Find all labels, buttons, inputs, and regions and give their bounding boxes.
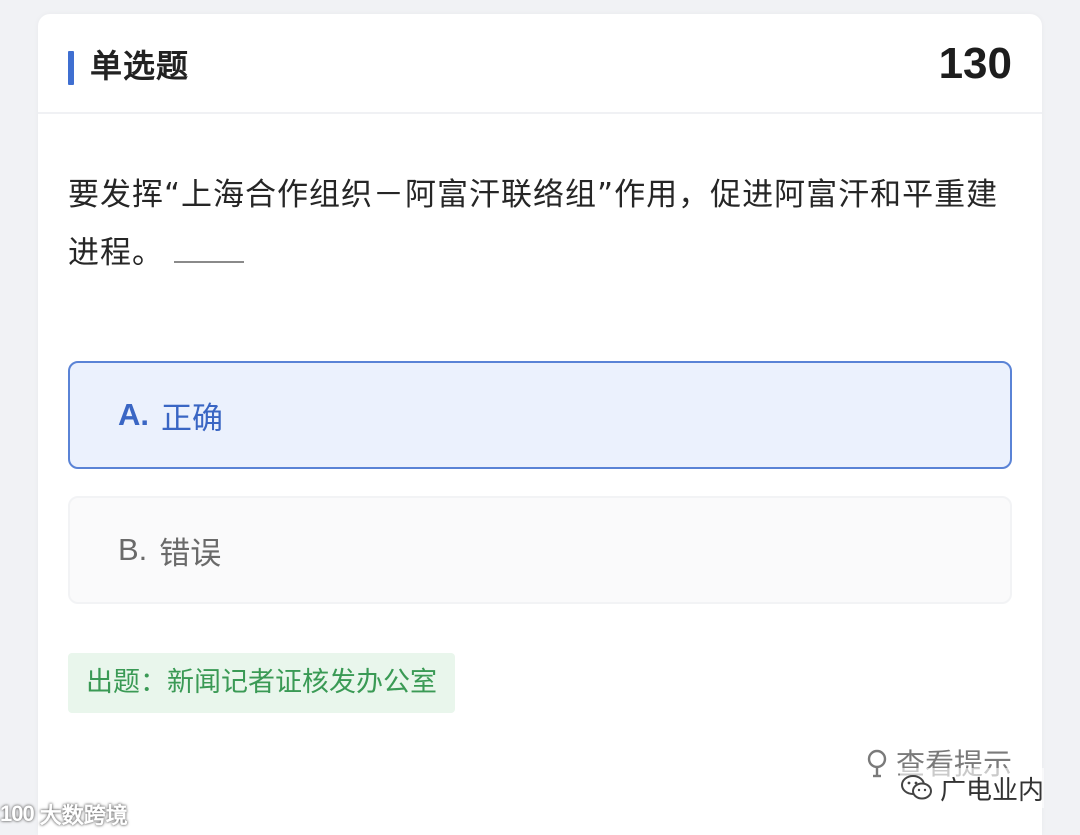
question-type-label: 单选题 <box>90 47 190 85</box>
source-badge: 出题：新闻记者证核发办公室 <box>68 653 455 713</box>
option-label: 正确 <box>161 400 223 437</box>
option-letter: B. <box>118 532 148 567</box>
watermark-right: 广电业内 <box>899 768 1044 808</box>
question-number: 130 <box>938 39 1012 88</box>
question-text-block: 要发挥“上海合作组织－阿富汗联络组”作用，促进阿富汗和平重建进程。 <box>68 166 1023 282</box>
option-label: 错误 <box>159 535 222 572</box>
question-card: 单选题 130 要发挥“上海合作组织－阿富汗联络组”作用，促进阿富汗和平重建进程… <box>38 14 1042 835</box>
option-letter: A. <box>118 397 149 432</box>
watermark-left-text: 大数跨境 <box>39 804 128 829</box>
card-header: 单选题 130 <box>38 14 1042 114</box>
option-a-button[interactable]: A. 正确 <box>68 361 1012 469</box>
wechat-icon <box>900 775 932 800</box>
watermark-right-text: 广电业内 <box>939 775 1044 806</box>
option-b-button[interactable]: B. 错误 <box>68 496 1012 604</box>
answer-blank <box>174 231 244 263</box>
watermark-logo: 100 <box>0 801 35 826</box>
watermark-left: 100 大数跨境 <box>0 797 128 831</box>
lightbulb-icon <box>867 749 887 778</box>
accent-bar <box>68 51 74 85</box>
